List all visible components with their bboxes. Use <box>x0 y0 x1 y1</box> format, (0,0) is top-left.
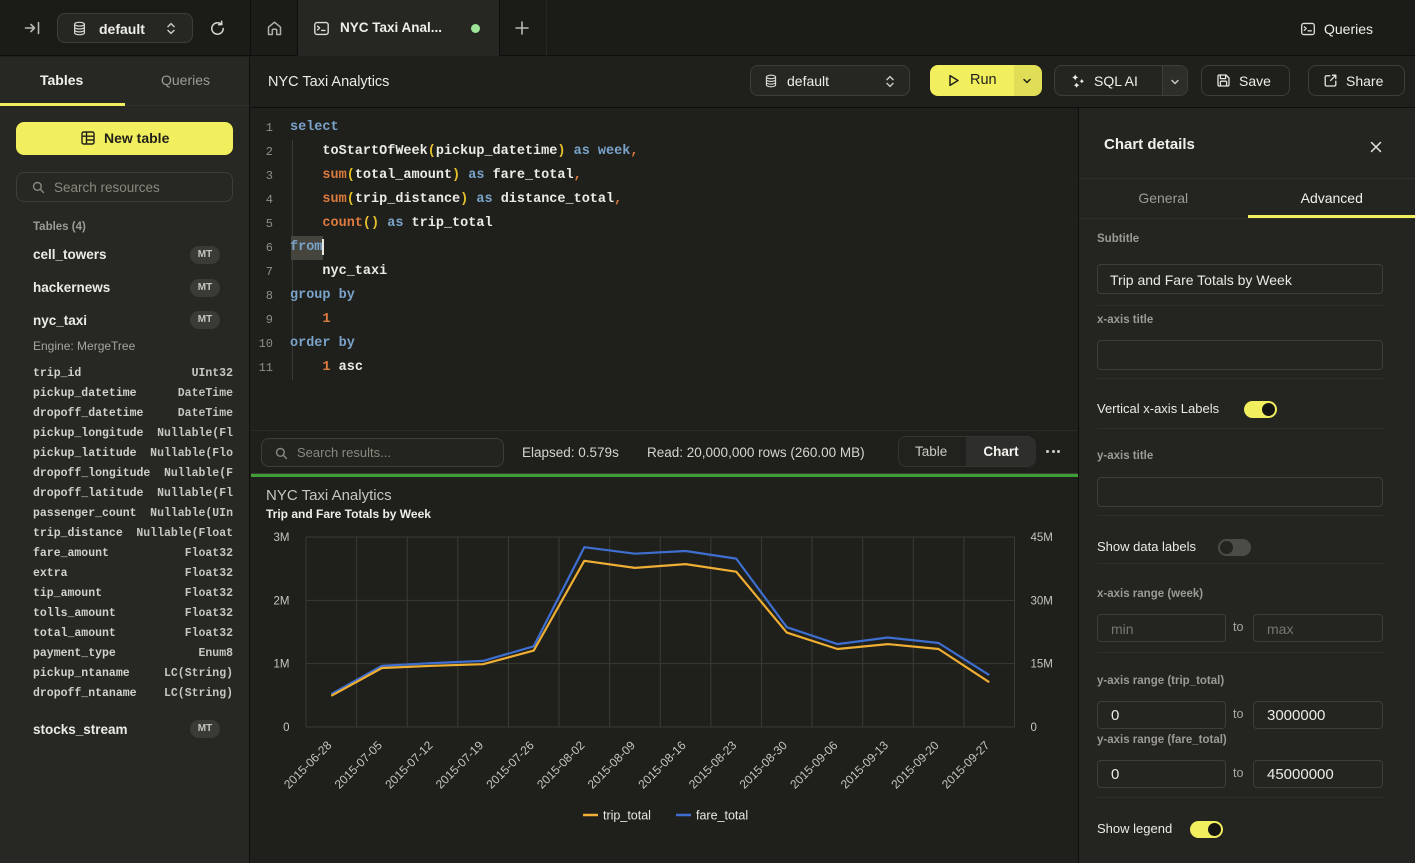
svg-text:2015-07-26: 2015-07-26 <box>484 738 538 792</box>
svg-text:2015-08-09: 2015-08-09 <box>585 738 639 792</box>
svg-text:trip_total: trip_total <box>603 809 651 823</box>
svg-text:2M: 2M <box>274 595 290 607</box>
svg-text:1M: 1M <box>274 659 290 671</box>
svg-text:2015-08-30: 2015-08-30 <box>737 738 791 792</box>
svg-text:3M: 3M <box>274 532 290 544</box>
svg-text:2015-08-02: 2015-08-02 <box>534 738 588 792</box>
svg-text:2015-09-06: 2015-09-06 <box>787 738 841 792</box>
svg-text:15M: 15M <box>1031 659 1053 671</box>
svg-text:2015-06-28: 2015-06-28 <box>281 738 335 792</box>
svg-text:0: 0 <box>1031 722 1037 734</box>
svg-text:2015-09-20: 2015-09-20 <box>888 738 942 792</box>
svg-text:2015-09-13: 2015-09-13 <box>838 738 892 792</box>
svg-text:45M: 45M <box>1031 532 1053 544</box>
svg-text:fare_total: fare_total <box>696 809 748 823</box>
svg-text:2015-07-19: 2015-07-19 <box>433 738 487 792</box>
svg-text:0: 0 <box>283 722 289 734</box>
svg-text:2015-08-16: 2015-08-16 <box>635 738 689 792</box>
svg-text:30M: 30M <box>1031 595 1053 607</box>
svg-text:2015-09-27: 2015-09-27 <box>939 738 993 792</box>
svg-text:2015-07-05: 2015-07-05 <box>332 738 386 792</box>
svg-text:2015-08-23: 2015-08-23 <box>686 738 740 792</box>
svg-text:2015-07-12: 2015-07-12 <box>382 738 436 792</box>
